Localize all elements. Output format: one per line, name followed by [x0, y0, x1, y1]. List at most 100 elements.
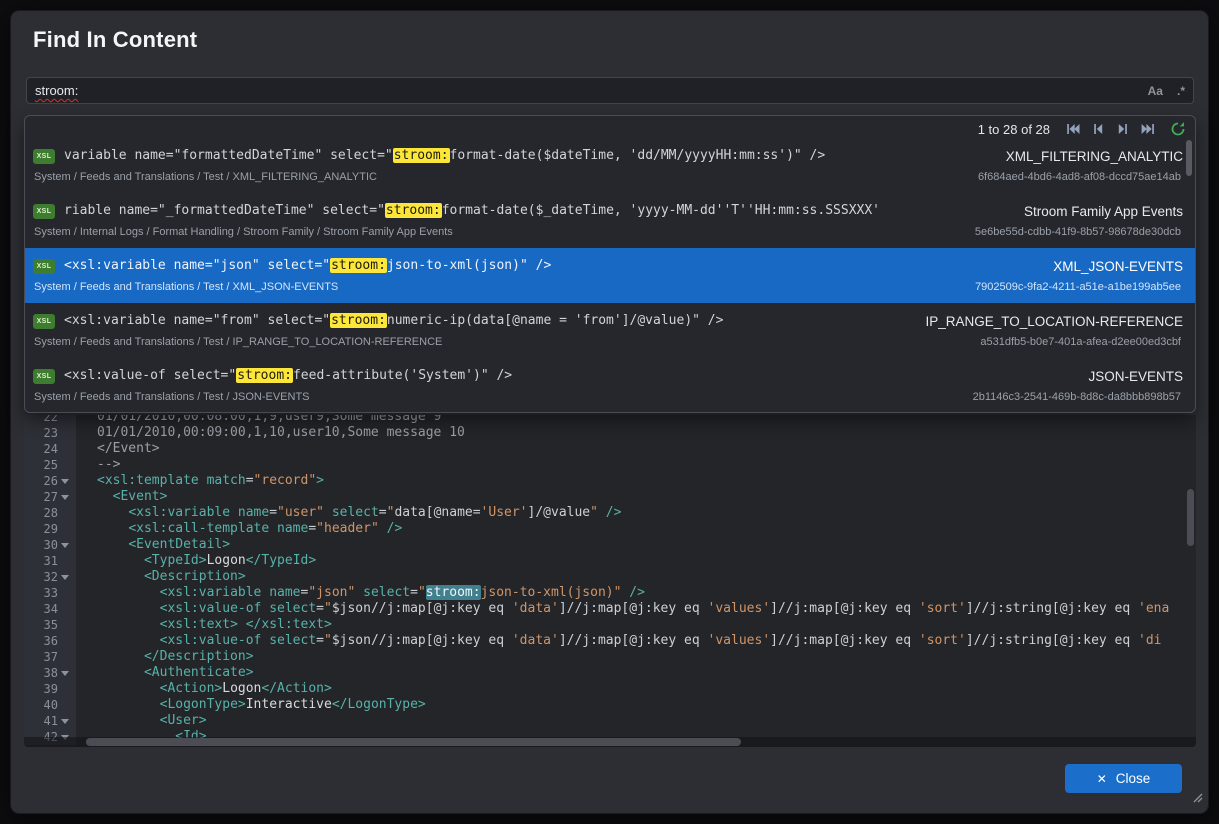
editor-gutter-cell: 41: [24, 713, 76, 729]
fold-toggle-icon[interactable]: [58, 665, 72, 681]
editor-code-text: <xsl:variable name="json" select="stroom…: [76, 585, 645, 601]
match-highlight: stroom:: [393, 148, 450, 163]
editor-line: 40 <LogonType>Interactive</LogonType>: [24, 697, 1196, 713]
editor-hscroll-thumb[interactable]: [86, 738, 741, 746]
editor-gutter-cell: 25: [24, 457, 76, 473]
editor-code-text: 01/01/2010,00:08:00,1,9,user9,Some messa…: [76, 415, 441, 425]
last-page-icon[interactable]: [1137, 120, 1159, 138]
result-doc-title: XML_FILTERING_ANALYTIC: [1006, 149, 1183, 164]
code-editor[interactable]: 22 01/01/2010,00:08:00,1,9,user9,Some mes…: [24, 415, 1196, 747]
fold-spacer: [58, 553, 72, 569]
editor-line: 31 <TypeId>Logon</TypeId>: [24, 553, 1196, 569]
editor-line: 37 </Description>: [24, 649, 1196, 665]
result-uuid: 2b1146c3-2541-469b-8d8c-da8bbb898b57: [973, 391, 1181, 403]
editor-gutter-cell: 23: [24, 425, 76, 441]
fold-toggle-icon[interactable]: [58, 713, 72, 729]
previous-page-icon[interactable]: [1087, 120, 1109, 138]
line-number: 35: [24, 617, 58, 633]
editor-line: 35 <xsl:text> </xsl:text>: [24, 617, 1196, 633]
result-snippet: variable name="formattedDateTime" select…: [64, 146, 988, 166]
editor-gutter-cell: 31: [24, 553, 76, 569]
refresh-icon[interactable]: [1167, 120, 1189, 138]
result-doc-title: IP_RANGE_TO_LOCATION-REFERENCE: [925, 314, 1183, 329]
line-number: 36: [24, 633, 58, 649]
results-pager: 1 to 28 of 28: [978, 119, 1189, 139]
results-list: XSL variable name="formattedDateTime" sel…: [25, 138, 1195, 413]
match-highlight: stroom:: [236, 368, 293, 383]
fold-toggle-icon[interactable]: [58, 569, 72, 585]
line-number: 24: [24, 441, 58, 457]
pager-range-label: 1 to 28 of 28: [978, 122, 1050, 137]
find-in-content-dialog: Find In Content stroom: Aa .* 1 to 28 of…: [10, 10, 1209, 814]
editor-gutter-cell: 34: [24, 601, 76, 617]
next-page-icon[interactable]: [1112, 120, 1134, 138]
result-row[interactable]: XSLriable name="_formattedDateTime" sele…: [25, 193, 1195, 248]
line-number: 29: [24, 521, 58, 537]
line-number: 37: [24, 649, 58, 665]
line-number: 25: [24, 457, 58, 473]
editor-code-text: <xsl:value-of select="$json//j:map[@j:ke…: [76, 633, 1162, 649]
match-highlight: stroom:: [385, 203, 442, 218]
result-path: System / Feeds and Translations / Test /…: [34, 391, 310, 403]
editor-line: 38 <Authenticate>: [24, 665, 1196, 681]
close-button[interactable]: ✕ Close: [1065, 764, 1182, 793]
editor-gutter-cell: 39: [24, 681, 76, 697]
editor-line: 2301/01/2010,00:09:00,1,10,user10,Some m…: [24, 425, 1196, 441]
editor-code-text: </Description>: [76, 649, 254, 665]
editor-code-text: </Event>: [76, 441, 160, 457]
fold-spacer: [58, 633, 72, 649]
result-row[interactable]: XSL<xsl:value-of select="stroom:feed-att…: [25, 358, 1195, 413]
results-scrollbar-thumb[interactable]: [1186, 140, 1192, 176]
xslt-document-icon: XSL: [33, 204, 55, 219]
fold-toggle-icon[interactable]: [58, 537, 72, 553]
fold-toggle-icon[interactable]: [58, 489, 72, 505]
result-uuid: 6f684aed-4bd6-4ad8-af08-dccd75ae14ab: [978, 171, 1181, 183]
editor-code-text: <User>: [76, 713, 207, 729]
fold-spacer: [58, 441, 72, 457]
editor-line: 41 <User>: [24, 713, 1196, 729]
match-case-toggle-icon[interactable]: Aa: [1148, 84, 1163, 98]
line-number: 30: [24, 537, 58, 553]
result-uuid: 7902509c-9fa2-4211-a51e-a1be199ab5ee: [975, 281, 1181, 293]
regex-toggle-icon[interactable]: .*: [1177, 84, 1185, 98]
editor-gutter-cell: 36: [24, 633, 76, 649]
close-icon: ✕: [1097, 772, 1107, 786]
editor-code-text: <EventDetail>: [76, 537, 230, 553]
first-page-icon[interactable]: [1062, 120, 1084, 138]
result-row[interactable]: XSLvariable name="formattedDateTime" sel…: [25, 138, 1195, 193]
fold-toggle-icon[interactable]: [58, 473, 72, 489]
editor-line: 26<xsl:template match="record">: [24, 473, 1196, 489]
editor-code-text: <xsl:variable name="user" select="data[@…: [76, 505, 621, 521]
editor-vscroll-thumb[interactable]: [1187, 489, 1194, 546]
editor-gutter-cell: 32: [24, 569, 76, 585]
fold-spacer: [58, 585, 72, 601]
resize-grip-icon[interactable]: [1190, 790, 1203, 808]
line-number: 31: [24, 553, 58, 569]
xslt-document-icon: XSL: [33, 369, 55, 384]
fold-spacer: [58, 505, 72, 521]
search-input[interactable]: stroom: Aa .*: [26, 77, 1194, 104]
editor-horizontal-scrollbar: [24, 737, 1196, 747]
editor-code-text: <Authenticate>: [76, 665, 254, 681]
line-number: 38: [24, 665, 58, 681]
result-doc-title: XML_JSON-EVENTS: [1053, 259, 1183, 274]
result-path: System / Feeds and Translations / Test /…: [34, 281, 338, 293]
xslt-document-icon: XSL: [33, 259, 55, 274]
close-button-label: Close: [1116, 771, 1151, 786]
editor-gutter-cell: 33: [24, 585, 76, 601]
editor-gutter-cell: 26: [24, 473, 76, 489]
result-path: System / Feeds and Translations / Test /…: [34, 171, 377, 183]
line-number: 32: [24, 569, 58, 585]
line-number: 23: [24, 425, 58, 441]
result-path: System / Feeds and Translations / Test /…: [34, 336, 442, 348]
result-row[interactable]: XSL<xsl:variable name="from" select="str…: [25, 303, 1195, 358]
fold-spacer: [58, 601, 72, 617]
fold-spacer: [58, 649, 72, 665]
editor-line: 25-->: [24, 457, 1196, 473]
result-snippet: <xsl:variable name="from" select="stroom…: [64, 311, 907, 331]
line-number: 39: [24, 681, 58, 697]
fold-spacer: [58, 457, 72, 473]
editor-lines: 22 01/01/2010,00:08:00,1,9,user9,Some mes…: [24, 415, 1196, 745]
result-row[interactable]: XSL<xsl:variable name="json" select="str…: [25, 248, 1195, 303]
line-number: 22: [24, 415, 58, 425]
